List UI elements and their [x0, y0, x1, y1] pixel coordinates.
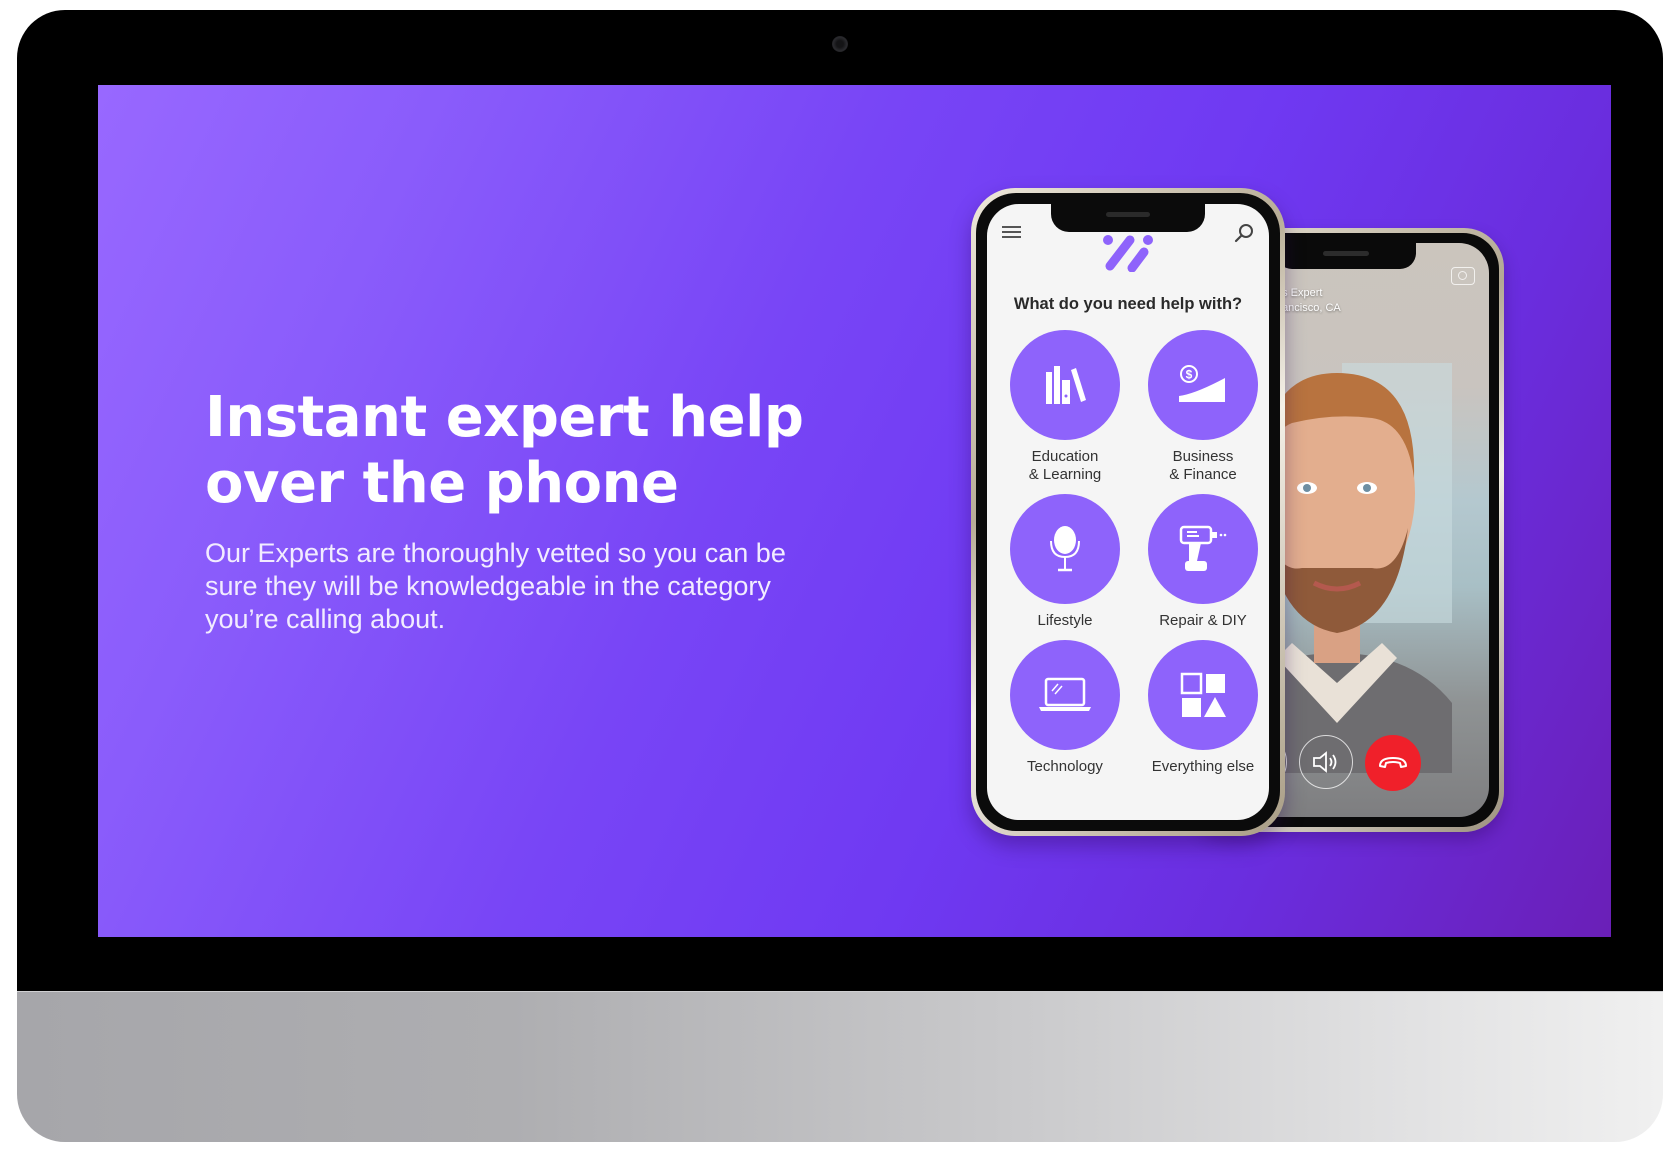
hero-section: Instant expert help over the phone Our E…: [98, 85, 1611, 937]
monitor-chin: [17, 991, 1663, 1142]
shapes-icon: [1180, 672, 1226, 717]
category-business-finance[interactable]: $ Business & Finance: [1135, 330, 1269, 484]
hamburger-menu-icon[interactable]: [1002, 226, 1022, 240]
mirror-icon: [1050, 526, 1080, 572]
app-phone: What do you need help with? Education & …: [971, 188, 1285, 836]
category-everything-else[interactable]: Everything else: [1135, 640, 1269, 776]
hero-text: Instant expert help over the phone Our E…: [205, 385, 845, 636]
webcam-icon: [832, 36, 848, 52]
monitor-frame: Instant expert help over the phone Our E…: [17, 10, 1663, 1142]
category-lifestyle[interactable]: Lifestyle: [997, 494, 1133, 630]
speaker-icon: [1313, 751, 1337, 773]
hero-title: Instant expert help over the phone: [205, 385, 804, 516]
dollar-growth-icon: $: [1179, 365, 1225, 402]
category-label: Business & Finance: [1169, 448, 1237, 483]
drill-icon: [1179, 525, 1227, 571]
end-call-icon: [1379, 757, 1407, 768]
brand-logo-icon: [1103, 235, 1153, 272]
hero-subtitle: Our Experts are thoroughly vetted so you…: [205, 538, 786, 634]
end-call-button[interactable]: [1365, 735, 1421, 791]
svg-text:$: $: [1186, 368, 1193, 382]
books-icon: [1046, 366, 1086, 404]
laptop-icon: [1039, 677, 1091, 711]
speaker-button[interactable]: [1299, 735, 1353, 789]
category-label: Technology: [1027, 758, 1103, 775]
category-label: Everything else: [1151, 758, 1255, 775]
category-label: Repair & DIY: [1159, 612, 1247, 629]
category-repair-diy[interactable]: Repair & DIY: [1135, 494, 1269, 630]
app-screen: What do you need help with? Education & …: [987, 204, 1269, 820]
category-label: Education & Learning: [1028, 448, 1102, 483]
search-icon[interactable]: [1233, 222, 1255, 244]
category-education-learning[interactable]: Education & Learning: [997, 330, 1133, 484]
help-question: What do you need help with?: [1013, 295, 1243, 313]
category-technology[interactable]: Technology: [997, 640, 1133, 776]
switch-camera-icon[interactable]: [1451, 267, 1475, 285]
category-label: Lifestyle: [1037, 612, 1093, 629]
